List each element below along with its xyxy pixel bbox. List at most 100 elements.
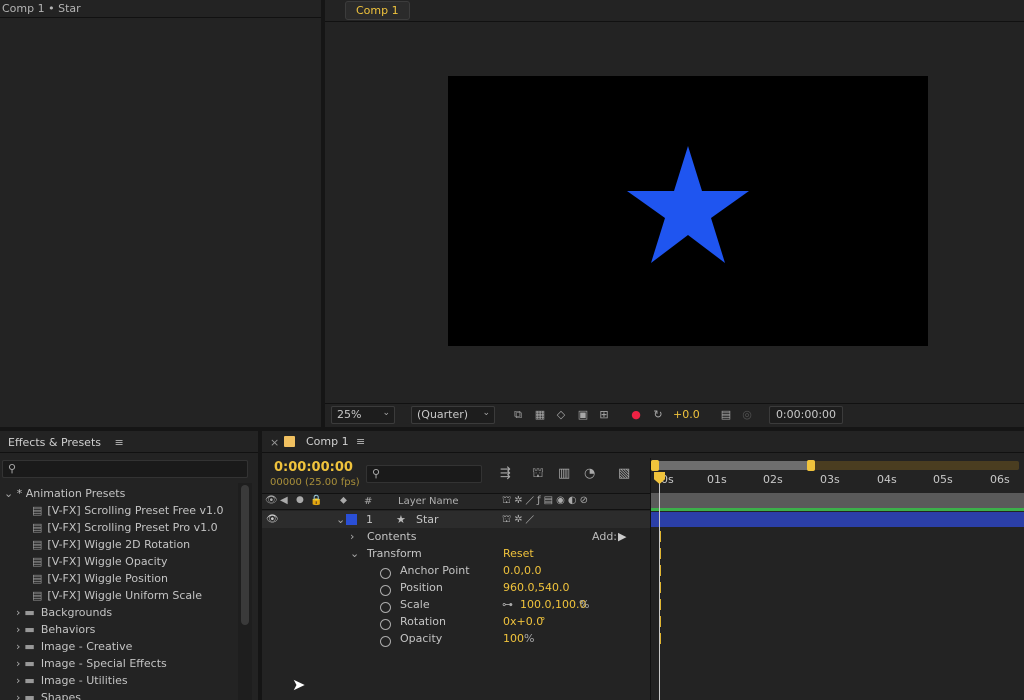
reset-link[interactable]: Reset — [503, 545, 534, 562]
effects-search-input[interactable]: ⚲ — [2, 460, 248, 478]
effects-panel-title: Effects & Presets — [8, 436, 101, 449]
layer-in-out-bar — [651, 508, 1024, 511]
chevron-right-icon: › — [16, 606, 21, 619]
column-layer-name[interactable]: Layer Name — [398, 496, 459, 507]
contents-row[interactable]: › Contents Add: ▶ — [262, 528, 650, 545]
preset-label: [V-FX] Wiggle Opacity — [47, 555, 168, 568]
region-of-interest-icon[interactable]: ▣ — [576, 408, 590, 422]
eye-icon[interactable]: 👁 — [266, 511, 279, 528]
resolution-dropdown[interactable]: (Quarter) ⌄ — [411, 406, 495, 424]
transform-label: Transform — [367, 547, 422, 560]
stopwatch-icon[interactable] — [380, 633, 391, 650]
ruler-label: 04s — [877, 473, 897, 486]
ruler-label: 05s — [933, 473, 953, 486]
work-area-range[interactable] — [655, 461, 811, 470]
property-row[interactable]: Anchor Point 0.0,0.0 — [262, 562, 650, 579]
folder-item[interactable]: › ▬ Image - Special Effects — [0, 655, 238, 672]
constrain-link-icon[interactable]: ⊶ — [502, 596, 513, 613]
eye-icon[interactable]: 👁 — [265, 495, 278, 506]
tab-comp-1[interactable]: Comp 1 — [306, 435, 349, 448]
search-icon: ⚲ — [372, 467, 381, 480]
guides-icon[interactable]: ⊞ — [597, 408, 611, 422]
composition-canvas[interactable] — [448, 76, 928, 346]
preset-icon: ▤ — [32, 572, 43, 585]
layer-row-star[interactable]: 👁 ⌄ 1 ★ Star ⛫✲⟋ — [262, 511, 650, 528]
panel-menu-icon[interactable]: ≡ — [356, 435, 365, 448]
chevron-down-icon[interactable]: ⌄ — [336, 511, 345, 528]
property-value[interactable]: 100.0,100.0 — [520, 596, 586, 613]
work-area-start-handle[interactable] — [651, 460, 659, 471]
star-shape[interactable] — [448, 76, 928, 346]
property-unit: ° — [540, 615, 546, 628]
lock-icon[interactable]: 🔒 — [310, 495, 322, 506]
graph-editor-icon[interactable]: ▧ — [618, 466, 630, 481]
property-row[interactable]: Rotation 0x+0.0 ° — [262, 613, 650, 630]
property-value[interactable]: 100 — [503, 630, 524, 647]
motion-blur-icon[interactable]: ◔ — [584, 466, 595, 481]
folder-item[interactable]: › ▬ Image - Creative — [0, 638, 238, 655]
layer-switches[interactable]: ⛫✲⟋ — [502, 511, 537, 528]
exposure-reset-icon[interactable]: ↻ — [651, 408, 665, 422]
property-value[interactable]: 0x+0.0 — [503, 613, 543, 630]
show-snapshot-icon[interactable]: ◎ — [740, 408, 754, 422]
label-icon[interactable]: ⬥ — [340, 495, 347, 506]
scrollbar-thumb[interactable] — [241, 485, 249, 625]
preset-item[interactable]: ▤ [V-FX] Wiggle 2D Rotation — [0, 536, 238, 553]
current-time[interactable]: 0:00:00:00 — [274, 460, 353, 475]
property-row[interactable]: Opacity 100 % — [262, 630, 650, 647]
preset-item[interactable]: ▤ [V-FX] Scrolling Preset Pro v1.0 — [0, 519, 238, 536]
folder-item[interactable]: › ▬ Image - Utilities — [0, 672, 238, 689]
layer-label-color[interactable] — [346, 514, 357, 525]
property-name: Scale — [400, 598, 430, 611]
chevron-right-icon: › — [16, 623, 21, 636]
solo-icon[interactable]: ● — [296, 495, 304, 505]
snapshot-camera-icon[interactable]: ▤ — [719, 408, 733, 422]
effects-scrollbar[interactable] — [238, 483, 252, 700]
transparency-grid-icon[interactable]: ▦ — [533, 408, 547, 422]
property-row[interactable]: Position 960.0,540.0 — [262, 579, 650, 596]
timeline-track-area[interactable]: 0s 01s 02s 03s 04s 05s 06s — [650, 458, 1024, 700]
timeline-search-input[interactable]: ⚲ — [366, 465, 482, 483]
panel-menu-icon[interactable]: ≡ — [115, 436, 124, 449]
preset-item[interactable]: ▤ [V-FX] Wiggle Position — [0, 570, 238, 587]
fast-previews-icon[interactable]: ⧉ — [511, 408, 525, 422]
transform-row[interactable]: ⌄ Transform Reset — [262, 545, 650, 562]
tree-item-animation-presets[interactable]: ⌄ * Animation Presets — [0, 485, 238, 502]
work-area-bar[interactable] — [651, 460, 1019, 471]
layer-duration-bar[interactable] — [651, 512, 1024, 527]
close-icon[interactable]: × — [270, 436, 279, 449]
draft-3d-icon[interactable]: ⛫ — [532, 466, 544, 483]
chevron-down-icon[interactable]: ⌄ — [350, 545, 359, 562]
preset-item[interactable]: ▤ [V-FX] Wiggle Opacity — [0, 553, 238, 570]
chevron-right-icon: › — [16, 640, 21, 653]
property-value[interactable]: 960.0,540.0 — [503, 579, 569, 596]
folder-item[interactable]: › ▬ Shapes — [0, 689, 238, 700]
playhead-line[interactable] — [659, 472, 660, 700]
channels-icon[interactable]: ● — [629, 408, 643, 422]
add-play-icon[interactable]: ▶ — [618, 528, 626, 545]
frame-blending-icon[interactable]: ▥ — [558, 466, 570, 481]
chevron-right-icon: › — [16, 674, 21, 687]
folder-item[interactable]: › ▬ Backgrounds — [0, 604, 238, 621]
preset-icon: ▤ — [32, 555, 43, 568]
property-row[interactable]: Scale ⊶ 100.0,100.0 % — [262, 596, 650, 613]
audio-icon[interactable]: ◀ — [280, 495, 288, 506]
comp-mini-flowchart-icon[interactable]: ⇶ — [500, 466, 511, 481]
property-value[interactable]: 0.0,0.0 — [503, 562, 541, 579]
viewer-timecode[interactable]: 0:00:00:00 — [769, 406, 843, 424]
folder-item[interactable]: › ▬ Behaviors — [0, 621, 238, 638]
chevron-right-icon[interactable]: › — [350, 528, 354, 545]
preset-icon: ▤ — [32, 521, 43, 534]
mask-visibility-icon[interactable]: ◇ — [554, 408, 568, 422]
zoom-dropdown[interactable]: 25% ⌄ — [331, 406, 395, 424]
tab-comp-1[interactable]: Comp 1 — [345, 1, 410, 20]
property-unit: % — [579, 598, 590, 611]
effects-presets-panel: Effects & Presets ≡ ⚲ ⌄ * Animation Pres… — [0, 431, 258, 700]
layer-name[interactable]: Star — [416, 511, 439, 528]
work-area-end-handle[interactable] — [807, 460, 815, 471]
preset-item[interactable]: ▤ [V-FX] Scrolling Preset Free v1.0 — [0, 502, 238, 519]
exposure-value[interactable]: +0.0 — [673, 408, 700, 421]
preset-item[interactable]: ▤ [V-FX] Wiggle Uniform Scale — [0, 587, 238, 604]
comp-marker-bar — [651, 493, 1024, 508]
comp-color-icon — [284, 436, 295, 447]
